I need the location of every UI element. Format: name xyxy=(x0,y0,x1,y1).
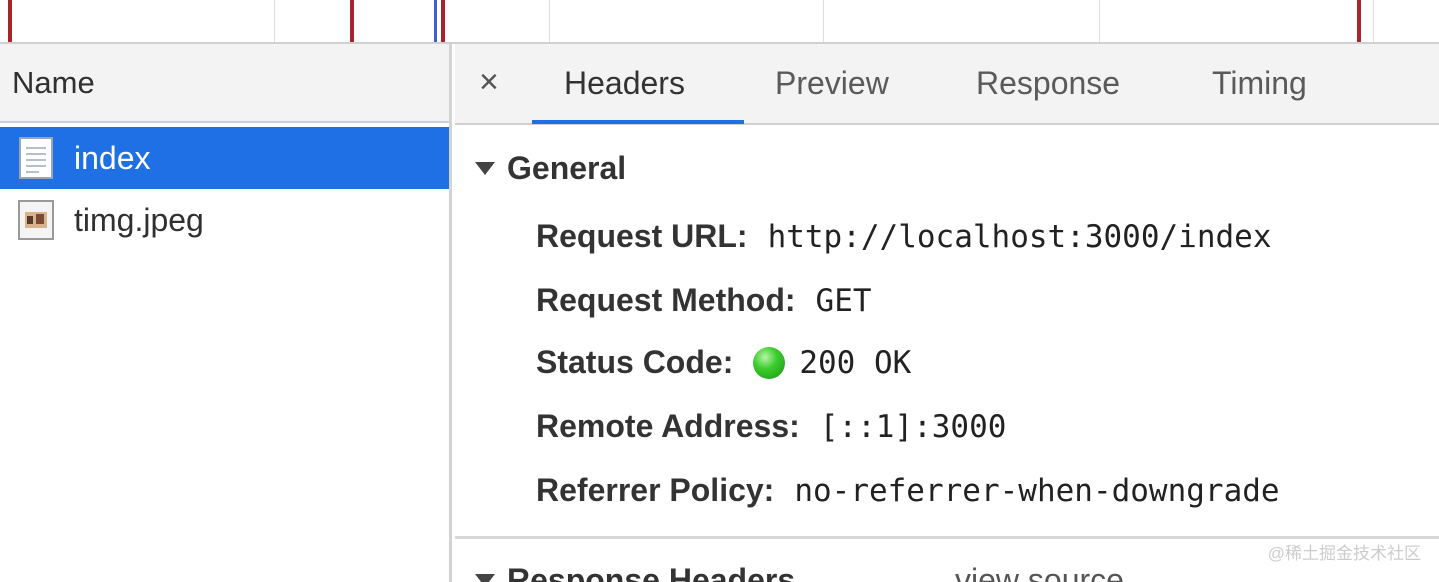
remote-address-value: [::1]:3000 xyxy=(819,408,1007,445)
timeline-grid-line xyxy=(1099,0,1100,42)
request-name: timg.jpeg xyxy=(74,201,204,238)
load-marker-line xyxy=(350,0,354,42)
remote-address-row: Remote Address: [::1]:3000 xyxy=(536,408,1006,445)
field-key: Referrer Policy: xyxy=(536,472,775,508)
response-headers-section-header[interactable]: Response Headers xyxy=(475,562,795,582)
field-key: Status Code: xyxy=(536,344,734,380)
load-marker-line xyxy=(1357,0,1361,42)
request-name: index xyxy=(74,139,151,176)
field-key: Request URL: xyxy=(536,218,748,254)
tab-timing[interactable]: Timing xyxy=(1212,61,1307,105)
detail-tab-bar: × Headers Preview Response Timing xyxy=(455,44,1439,125)
status-code-row: Status Code: 200 OK xyxy=(536,344,911,381)
load-marker-line xyxy=(8,0,12,42)
request-row-index[interactable]: index xyxy=(0,127,449,189)
name-column-header[interactable]: Name xyxy=(0,44,449,123)
status-ok-icon xyxy=(753,346,786,379)
close-icon[interactable]: × xyxy=(479,60,499,104)
timeline-grid-line xyxy=(823,0,824,42)
referrer-policy-row: Referrer Policy: no-referrer-when-downgr… xyxy=(536,472,1280,509)
field-key: Remote Address: xyxy=(536,408,800,444)
request-url-value: http://localhost:3000/index xyxy=(767,218,1272,255)
field-key: Request Method: xyxy=(536,282,796,318)
document-icon xyxy=(18,136,54,180)
general-section-header[interactable]: General xyxy=(475,150,626,187)
request-detail-pane: × Headers Preview Response Timing Genera… xyxy=(455,44,1439,582)
request-method-value: GET xyxy=(815,282,872,319)
request-method-row: Request Method: GET xyxy=(536,282,872,319)
view-source-link[interactable]: view source xyxy=(955,562,1124,582)
devtools-network-panel: Name index timg.jpeg × Headers Preview R… xyxy=(0,0,1439,582)
load-marker-line xyxy=(441,0,445,42)
request-row-timg[interactable]: timg.jpeg xyxy=(0,189,449,251)
watermark: @稀土掘金技术社区 xyxy=(1267,544,1421,563)
timeline-grid-line xyxy=(549,0,550,42)
tab-response[interactable]: Response xyxy=(976,61,1120,105)
timeline-grid-line xyxy=(274,0,275,42)
triangle-down-icon xyxy=(475,574,495,582)
response-headers-title: Response Headers xyxy=(507,562,796,582)
domcontentloaded-marker-line xyxy=(434,0,437,42)
referrer-policy-value: no-referrer-when-downgrade xyxy=(794,472,1280,509)
active-tab-indicator xyxy=(532,120,744,124)
general-section-title: General xyxy=(507,150,627,186)
tab-headers[interactable]: Headers xyxy=(564,61,685,105)
tab-preview[interactable]: Preview xyxy=(775,61,889,105)
status-code-value: 200 OK xyxy=(799,344,912,381)
name-column-label: Name xyxy=(12,64,95,100)
timeline-grid-line xyxy=(1373,0,1374,42)
waterfall-timeline[interactable] xyxy=(0,0,1439,44)
triangle-down-icon xyxy=(475,162,495,175)
request-url-row: Request URL: http://localhost:3000/index xyxy=(536,218,1271,255)
request-list: Name index timg.jpeg xyxy=(0,44,452,582)
image-file-icon xyxy=(18,198,54,242)
